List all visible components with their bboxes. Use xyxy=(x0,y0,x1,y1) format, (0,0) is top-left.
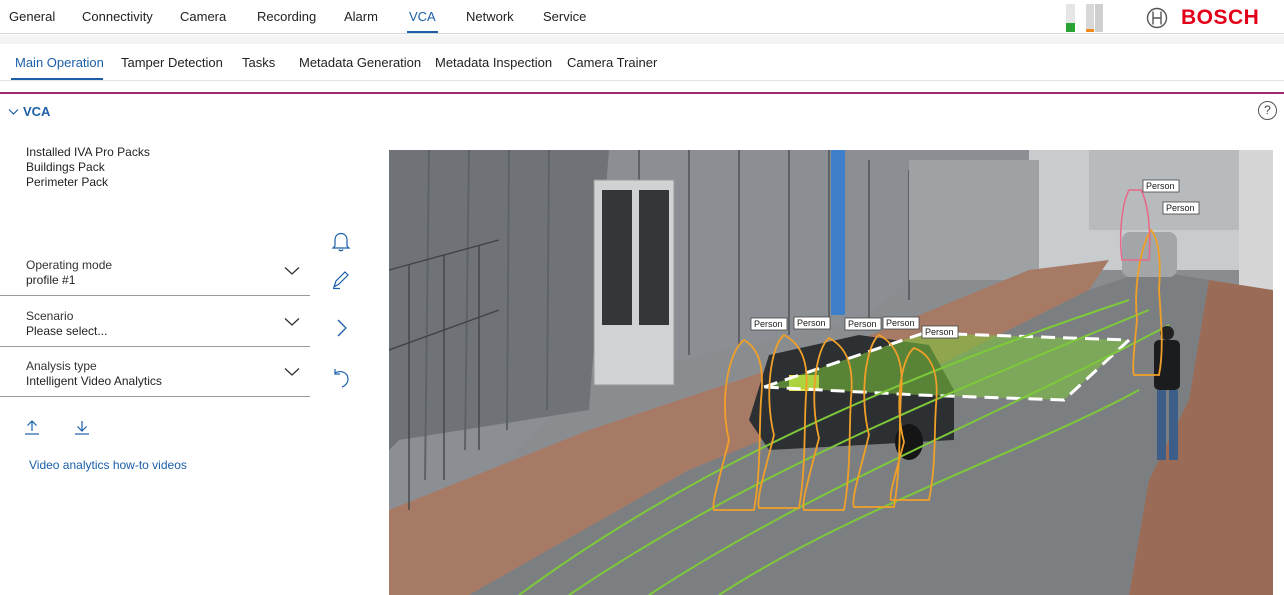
level-meter-icon xyxy=(1066,4,1103,32)
brand-name: BOSCH xyxy=(1181,6,1260,29)
tab-recording[interactable]: Recording xyxy=(257,9,316,24)
object-label: Person xyxy=(797,318,826,328)
main-nav: General Connectivity Camera Recording Al… xyxy=(0,0,1284,34)
chevron-down-icon xyxy=(284,368,300,376)
operating-mode-select[interactable]: Operating mode profile #1 xyxy=(0,250,310,296)
tab-main-operation[interactable]: Main Operation xyxy=(15,55,104,70)
help-icon[interactable]: ? xyxy=(1258,101,1277,120)
tab-network[interactable]: Network xyxy=(466,9,514,24)
bosch-logo: BOSCH xyxy=(1146,6,1259,30)
tab-service[interactable]: Service xyxy=(543,9,586,24)
scenario-label: Scenario xyxy=(26,309,74,323)
section-title: VCA xyxy=(23,104,51,119)
object-label: Person xyxy=(754,319,783,329)
building-shadow xyxy=(389,150,609,450)
chevron-down-icon xyxy=(284,267,300,275)
tab-tasks[interactable]: Tasks xyxy=(242,55,275,70)
undo-icon[interactable] xyxy=(330,366,352,388)
analysis-type-value: Intelligent Video Analytics xyxy=(26,374,162,388)
packs-heading: Installed IVA Pro Packs xyxy=(26,145,150,159)
object-label: Person xyxy=(886,318,915,328)
active-subtab-indicator xyxy=(11,78,103,80)
upload-icon[interactable] xyxy=(23,418,41,436)
tab-alarm[interactable]: Alarm xyxy=(344,9,378,24)
tab-camera-trainer[interactable]: Camera Trainer xyxy=(567,55,657,70)
active-tab-indicator xyxy=(407,31,438,33)
tab-tamper-detection[interactable]: Tamper Detection xyxy=(121,55,223,70)
analysis-type-select[interactable]: Analysis type Intelligent Video Analytic… xyxy=(0,351,310,397)
object-label: Person xyxy=(848,319,877,329)
nav-spacer xyxy=(0,35,1284,44)
far-building xyxy=(909,160,1039,280)
tab-connectivity[interactable]: Connectivity xyxy=(82,9,153,24)
edit-pencil-icon[interactable] xyxy=(330,268,352,290)
pack-item: Buildings Pack xyxy=(26,160,105,174)
how-to-videos-link[interactable]: Video analytics how-to videos xyxy=(29,458,187,472)
operating-mode-value: profile #1 xyxy=(26,273,76,287)
chevron-down-icon xyxy=(284,318,300,326)
sub-nav: Main Operation Tamper Detection Tasks Me… xyxy=(0,44,1284,81)
object-label: Person xyxy=(1146,181,1175,191)
blue-pipe xyxy=(831,150,845,315)
bell-icon[interactable] xyxy=(330,230,352,252)
video-frame: Person Person Person Person Person Perso… xyxy=(389,150,1273,595)
tab-metadata-inspection[interactable]: Metadata Inspection xyxy=(435,55,552,70)
tab-metadata-generation[interactable]: Metadata Generation xyxy=(299,55,421,70)
chevron-down-icon xyxy=(8,108,19,115)
scenario-select[interactable]: Scenario Please select... xyxy=(0,301,310,347)
tab-general[interactable]: General xyxy=(9,9,55,24)
pack-item: Perimeter Pack xyxy=(26,175,109,189)
section-divider xyxy=(0,92,1284,94)
door-window xyxy=(639,190,669,325)
installed-packs: Installed IVA Pro Packs Buildings Pack P… xyxy=(26,145,150,190)
analysis-type-label: Analysis type xyxy=(26,359,97,373)
operating-mode-label: Operating mode xyxy=(26,258,113,272)
camera-video-view[interactable]: Person Person Person Person Person Perso… xyxy=(389,150,1273,595)
vca-section-toggle[interactable]: VCA xyxy=(8,104,50,119)
object-label: Person xyxy=(925,327,954,337)
tab-vca[interactable]: VCA xyxy=(409,9,436,24)
chevron-right-icon[interactable] xyxy=(330,317,352,339)
download-icon[interactable] xyxy=(73,418,91,436)
bosch-armature-icon xyxy=(1146,7,1168,29)
tab-camera[interactable]: Camera xyxy=(180,9,226,24)
scenario-value: Please select... xyxy=(26,324,108,338)
object-label: Person xyxy=(1166,203,1195,213)
door-window xyxy=(602,190,632,325)
